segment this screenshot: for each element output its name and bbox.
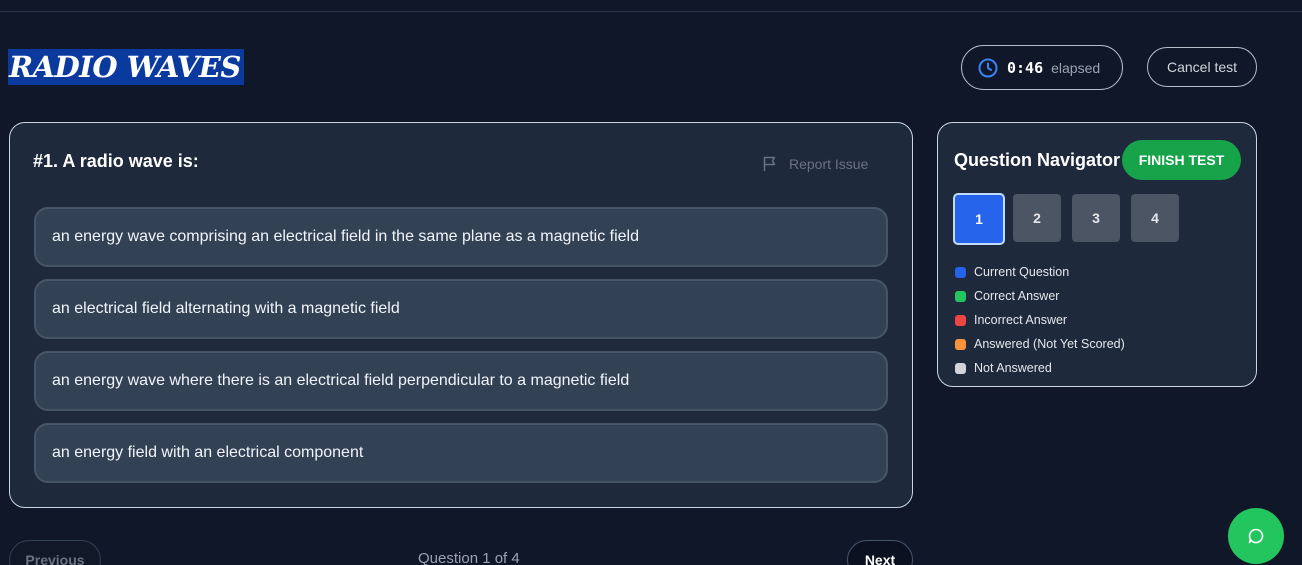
chat-button[interactable] [1228, 508, 1284, 564]
finish-test-button[interactable]: FINISH TEST [1122, 140, 1241, 180]
question-nav-button-1[interactable]: 1 [953, 193, 1005, 245]
answer-option[interactable]: an energy field with an electrical compo… [34, 423, 888, 483]
flag-icon [763, 156, 776, 171]
report-issue-label: Report Issue [789, 156, 869, 172]
legend-swatch [955, 290, 966, 302]
cancel-test-button[interactable]: Cancel test [1147, 47, 1257, 87]
timer-badge: 0:46 elapsed [961, 45, 1123, 90]
question-nav-button-3[interactable]: 3 [1072, 194, 1120, 242]
timer-label: elapsed [1051, 59, 1101, 76]
answer-option[interactable]: an electrical field alternating with a m… [34, 279, 888, 339]
clock-icon [977, 57, 999, 79]
question-navigator: Question Navigator FINISH TEST 1 2 3 4 C… [937, 122, 1257, 387]
previous-button[interactable]: Previous [9, 540, 101, 565]
next-button[interactable]: Next [847, 540, 913, 565]
legend-label: Not Answered [974, 361, 1052, 375]
legend-item-answered: Answered (Not Yet Scored) [955, 332, 1125, 356]
legend-item-current: Current Question [955, 260, 1125, 284]
question-nav-button-4[interactable]: 4 [1131, 194, 1179, 242]
legend-swatch [955, 362, 966, 374]
legend-item-not-answered: Not Answered [955, 356, 1125, 380]
navigator-title: Question Navigator [954, 150, 1121, 170]
legend-label: Incorrect Answer [974, 313, 1068, 327]
legend-label: Current Question [974, 265, 1070, 279]
legend-item-correct: Correct Answer [955, 284, 1125, 308]
page-title: RADIO WAVES [8, 49, 244, 85]
legend-swatch [955, 314, 966, 326]
legend-swatch [955, 338, 966, 350]
legend-label: Answered (Not Yet Scored) [974, 337, 1125, 351]
question-nav-button-2[interactable]: 2 [1013, 194, 1061, 242]
top-divider [0, 11, 1302, 12]
status-legend: Current Question Correct Answer Incorrec… [955, 260, 1125, 380]
timer-value: 0:46 [1007, 58, 1044, 77]
legend-label: Correct Answer [974, 289, 1060, 303]
answer-option[interactable]: an energy wave comprising an electrical … [34, 207, 888, 267]
question-title: #1. A radio wave is: [33, 151, 199, 171]
answer-option[interactable]: an energy wave where there is an electri… [34, 351, 888, 411]
chat-icon [1248, 528, 1264, 544]
question-card: #1. A radio wave is: Report Issue an ene… [9, 122, 913, 508]
report-issue-button[interactable]: Report Issue [763, 156, 868, 172]
question-counter: Question 1 of 4 [418, 550, 520, 565]
legend-swatch [955, 266, 966, 278]
legend-item-incorrect: Incorrect Answer [955, 308, 1125, 332]
